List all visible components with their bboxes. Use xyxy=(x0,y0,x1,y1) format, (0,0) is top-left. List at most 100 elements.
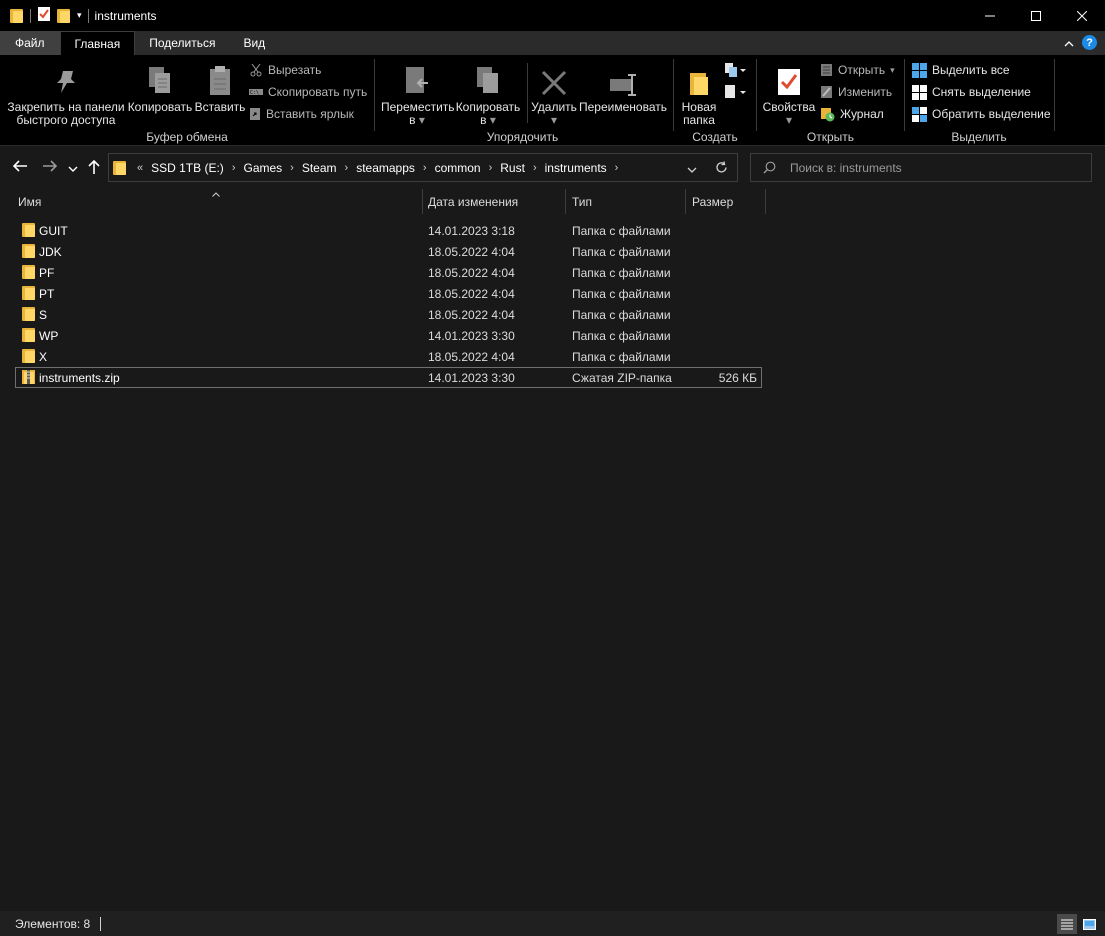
breadcrumb-common[interactable]: common xyxy=(429,161,487,175)
history-button[interactable]: Журнал xyxy=(820,105,884,123)
breadcrumb-separator[interactable]: › xyxy=(487,162,495,174)
tab-view[interactable]: Вид xyxy=(229,31,279,55)
file-row-pf[interactable]: PF 18.05.2022 4:04 Папка с файлами xyxy=(15,262,762,283)
delete-button[interactable]: Удалить ▾ xyxy=(531,61,577,127)
file-row-wp[interactable]: WP 14.01.2023 3:30 Папка с файлами xyxy=(15,325,762,346)
folder-icon xyxy=(22,327,36,343)
column-size[interactable]: Размер xyxy=(692,189,733,214)
maximize-button[interactable] xyxy=(1013,0,1059,31)
copy-to-button[interactable]: Копировать в ▾ xyxy=(455,61,521,127)
column-date-modified[interactable]: Дата изменения xyxy=(428,189,518,214)
file-row-pt[interactable]: PT 18.05.2022 4:04 Папка с файлами xyxy=(15,283,762,304)
file-row-guit[interactable]: GUIT 14.01.2023 3:18 Папка с файлами xyxy=(15,220,762,241)
breadcrumb-separator[interactable]: › xyxy=(421,162,429,174)
file-row-x[interactable]: X 18.05.2022 4:04 Папка с файлами xyxy=(15,346,762,367)
breadcrumb-drive[interactable]: SSD 1TB (E:) xyxy=(145,161,230,175)
file-name: JDK xyxy=(39,244,62,259)
file-type: Папка с файлами xyxy=(572,223,671,238)
select-none-button[interactable]: Снять выделение xyxy=(912,83,1031,101)
select-group: Выделить все Снять выделение Обратить вы… xyxy=(905,55,1053,146)
new-folder-button[interactable]: Новая папка xyxy=(678,61,720,127)
easy-access-button[interactable] xyxy=(724,83,748,101)
help-icon[interactable]: ? xyxy=(1082,35,1097,50)
copy-button[interactable]: Копировать xyxy=(127,61,193,114)
search-placeholder: Поиск в: instruments xyxy=(790,160,902,175)
large-icons-view-button[interactable] xyxy=(1079,914,1099,934)
file-type: Папка с файлами xyxy=(572,265,671,280)
file-row-jdk[interactable]: JDK 18.05.2022 4:04 Папка с файлами xyxy=(15,241,762,262)
rename-button[interactable]: Переименовать xyxy=(579,61,667,114)
back-button[interactable] xyxy=(12,159,28,177)
copy-icon xyxy=(149,67,170,93)
details-view-icon xyxy=(1061,919,1073,930)
column-type[interactable]: Тип xyxy=(572,189,592,214)
pin-quick-access-button[interactable]: Закрепить на панели быстрого доступа xyxy=(6,61,126,127)
move-to-button[interactable]: Переместить в ▾ xyxy=(381,61,455,127)
folder-icon xyxy=(22,222,36,238)
collapse-ribbon-icon[interactable] xyxy=(1064,36,1074,50)
delete-icon xyxy=(541,70,567,96)
file-row-s[interactable]: S 18.05.2022 4:04 Папка с файлами xyxy=(15,304,762,325)
organize-group-label: Упорядочить xyxy=(486,130,559,144)
breadcrumb-separator[interactable]: › xyxy=(288,162,296,174)
tab-file[interactable]: Файл xyxy=(0,31,60,55)
forward-button[interactable] xyxy=(42,159,58,177)
tab-home[interactable]: Главная xyxy=(59,31,136,55)
open-group: Свойства ▾ Открыть ▾ Изменить Журнал Откр… xyxy=(757,55,904,146)
details-view-button[interactable] xyxy=(1057,914,1077,934)
refresh-icon[interactable] xyxy=(715,161,728,177)
paste-button[interactable]: Вставить xyxy=(194,61,246,114)
minimize-button[interactable] xyxy=(967,0,1013,31)
folder-icon xyxy=(10,8,24,24)
search-input[interactable]: Поиск в: instruments xyxy=(750,153,1092,182)
column-name[interactable]: Имя xyxy=(18,189,41,214)
file-date: 14.01.2023 3:30 xyxy=(428,328,515,343)
breadcrumb-separator[interactable]: › xyxy=(531,162,539,174)
breadcrumb-steam[interactable]: Steam xyxy=(296,161,343,175)
file-name: instruments.zip xyxy=(39,370,120,385)
file-row-instruments-zip[interactable]: instruments.zip 14.01.2023 3:30 Сжатая Z… xyxy=(15,367,762,388)
select-all-button[interactable]: Выделить все xyxy=(912,61,1010,79)
breadcrumb-separator[interactable]: › xyxy=(343,162,351,174)
edit-button[interactable]: Изменить xyxy=(820,83,892,101)
tab-share[interactable]: Поделиться xyxy=(135,31,229,55)
file-type: Папка с файлами xyxy=(572,286,671,301)
breadcrumb-instruments[interactable]: instruments xyxy=(539,161,613,175)
file-type: Папка с файлами xyxy=(572,349,671,364)
new-folder-quick-icon[interactable] xyxy=(57,8,71,24)
folder-icon xyxy=(22,243,36,259)
file-date: 18.05.2022 4:04 xyxy=(428,265,515,280)
address-bar[interactable]: « SSD 1TB (E:) › Games › Steam › steamap… xyxy=(108,153,738,182)
open-button[interactable]: Открыть ▾ xyxy=(820,61,895,79)
properties-button[interactable]: Свойства ▾ xyxy=(761,61,817,127)
close-button[interactable] xyxy=(1059,0,1105,31)
new-item-icon xyxy=(725,63,746,77)
folder-icon xyxy=(22,285,36,301)
file-size: 526 КБ xyxy=(718,370,757,385)
copy-path-button[interactable]: C:\ Скопировать путь xyxy=(249,83,367,101)
breadcrumb-rust[interactable]: Rust xyxy=(494,161,531,175)
breadcrumb-separator[interactable]: › xyxy=(230,162,238,174)
breadcrumb-separator[interactable]: › xyxy=(613,162,621,174)
recent-locations-button[interactable] xyxy=(68,160,78,177)
file-name: WP xyxy=(39,328,59,343)
sort-ascending-icon xyxy=(212,186,220,200)
invert-selection-button[interactable]: Обратить выделение xyxy=(912,105,1051,123)
up-button[interactable] xyxy=(87,159,101,179)
paste-shortcut-button[interactable]: Вставить ярлык xyxy=(249,105,354,123)
breadcrumb-overflow[interactable]: « xyxy=(135,162,145,174)
cut-button[interactable]: Вырезать xyxy=(249,61,321,79)
open-group-label: Открыть xyxy=(806,130,855,144)
address-history-chevron-icon[interactable] xyxy=(687,163,697,177)
window-title: instruments xyxy=(94,8,157,23)
file-date: 14.01.2023 3:18 xyxy=(428,223,515,238)
new-item-button[interactable] xyxy=(724,61,748,79)
breadcrumb-games[interactable]: Games xyxy=(237,161,288,175)
open-icon xyxy=(821,64,832,76)
file-type: Папка с файлами xyxy=(572,328,671,343)
properties-quick-icon[interactable] xyxy=(37,6,51,25)
breadcrumb-steamapps[interactable]: steamapps xyxy=(350,161,421,175)
customize-toolbar-icon[interactable]: ▾ xyxy=(77,10,82,21)
clipboard-group-label: Буфер обмена xyxy=(146,130,228,144)
pin-icon xyxy=(57,71,75,93)
